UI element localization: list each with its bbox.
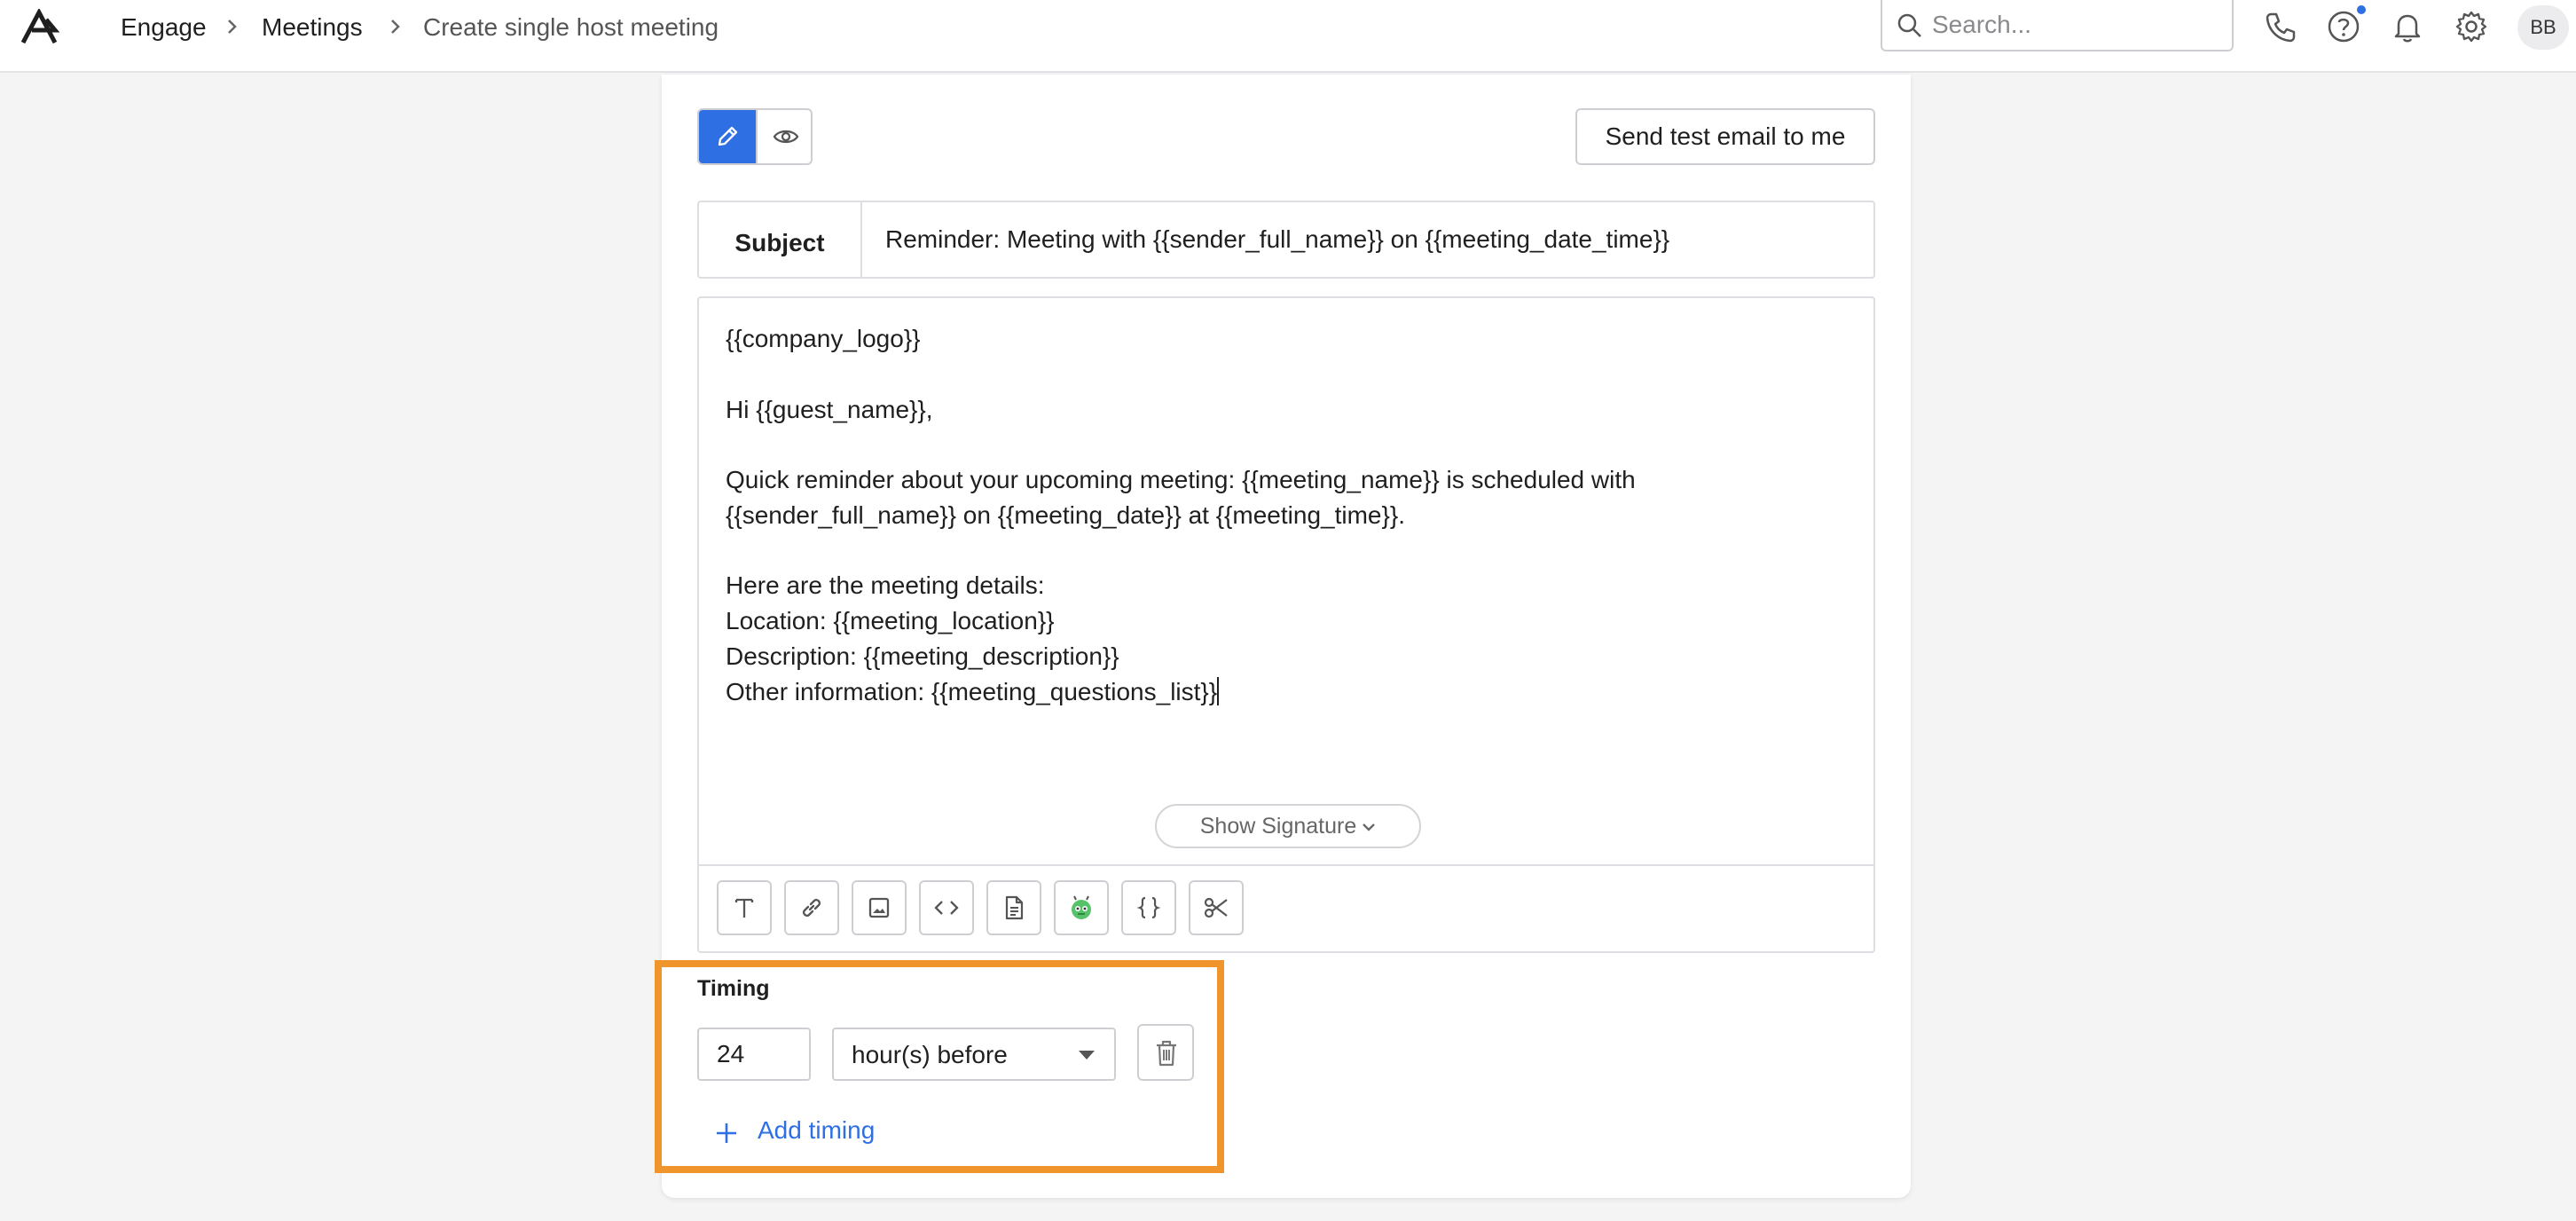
timing-unit-select[interactable]: hour(s) before	[832, 1028, 1116, 1081]
text-cursor	[1217, 677, 1220, 705]
insert-template-button[interactable]	[986, 880, 1041, 935]
body-line: {{company_logo}}	[726, 325, 921, 352]
email-body-editor[interactable]: {{company_logo}} Hi {{guest_name}}, Quic…	[697, 296, 1875, 953]
pencil-icon	[718, 126, 738, 146]
breadcrumb-current-page: Create single host meeting	[423, 13, 719, 41]
top-bar: Engage Meetings Create single host meeti…	[0, 0, 2576, 73]
eye-icon	[773, 130, 799, 144]
bell-icon[interactable]	[2390, 9, 2425, 44]
send-test-email-button[interactable]: Send test email to me	[1575, 108, 1875, 165]
body-line: {{sender_full_name}} on {{meeting_date}}…	[726, 501, 1405, 529]
ai-assistant-icon	[1072, 895, 1091, 919]
body-line-last: Other information: {{meeting_questions_l…	[726, 674, 1220, 710]
search-box[interactable]	[1881, 0, 2234, 51]
insert-variable-button[interactable]	[1121, 880, 1176, 935]
show-signature-button[interactable]: Show Signature	[1155, 804, 1421, 848]
body-line: Here are the meeting details:	[726, 571, 1045, 599]
image-icon	[868, 897, 890, 918]
text-icon	[734, 898, 754, 918]
delete-timing-button[interactable]	[1137, 1024, 1194, 1081]
plus-icon	[717, 1123, 736, 1143]
document-icon	[1005, 895, 1024, 920]
insert-code-button[interactable]	[919, 880, 974, 935]
editor-mode-toggle	[697, 108, 813, 165]
insert-link-button[interactable]	[784, 880, 839, 935]
body-line: Description: {{meeting_description}}	[726, 642, 1119, 670]
timing-value-input[interactable]	[697, 1028, 811, 1081]
body-line: Quick reminder about your upcoming meeti…	[726, 466, 1636, 493]
chevron-down-icon	[1363, 823, 1376, 831]
search-icon	[1897, 13, 1921, 37]
show-signature-label: Show Signature	[1199, 814, 1357, 839]
subject-input[interactable]: Reminder: Meeting with {{sender_full_nam…	[885, 225, 1669, 254]
settings-icon[interactable]	[2454, 9, 2489, 44]
edit-mode-button[interactable]	[699, 110, 756, 163]
ai-assistant-button[interactable]	[1054, 880, 1109, 935]
timing-unit-value: hour(s) before	[852, 1041, 1008, 1068]
phone-icon[interactable]	[2262, 9, 2297, 44]
preview-mode-button[interactable]	[756, 110, 811, 163]
toolbar-divider	[699, 864, 1873, 866]
subject-row: Subject Reminder: Meeting with {{sender_…	[697, 201, 1875, 279]
snippets-button[interactable]	[1189, 880, 1244, 935]
timing-label: Timing	[697, 976, 770, 1001]
subject-label: Subject	[699, 202, 862, 277]
logo-icon[interactable]	[20, 9, 62, 44]
body-line-text: Other information: {{meeting_questions_l…	[726, 678, 1218, 705]
body-line: Location: {{meeting_location}}	[726, 607, 1055, 634]
search-input[interactable]	[1932, 7, 2225, 43]
breadcrumb-meetings[interactable]: Meetings	[262, 12, 363, 43]
avatar[interactable]: BB	[2517, 5, 2569, 50]
chevron-right-icon	[391, 20, 400, 34]
caret-down-icon	[1079, 1051, 1095, 1060]
body-line: Hi {{guest_name}},	[726, 396, 933, 423]
scissors-icon	[1204, 897, 1228, 918]
link-icon	[802, 898, 821, 918]
help-icon[interactable]	[2326, 9, 2361, 44]
insert-image-button[interactable]	[852, 880, 907, 935]
chevron-right-icon	[228, 20, 237, 34]
text-format-button[interactable]	[717, 880, 772, 935]
variables-icon	[1136, 896, 1161, 919]
add-timing-label: Add timing	[758, 1116, 876, 1144]
trash-icon	[1157, 1040, 1176, 1067]
code-icon	[934, 901, 959, 915]
breadcrumb-engage[interactable]: Engage	[121, 12, 207, 43]
notification-dot	[2357, 5, 2366, 14]
